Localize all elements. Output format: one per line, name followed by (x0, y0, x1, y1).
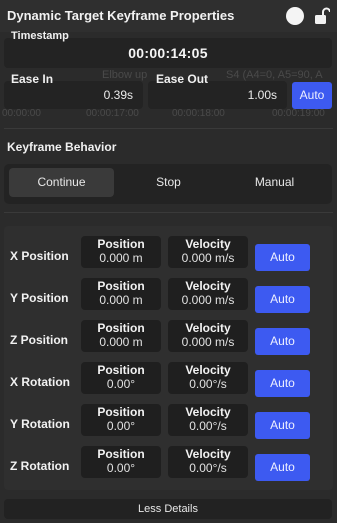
velocity-value: 0.00°/s (189, 419, 227, 433)
position-value: 0.000 m (99, 293, 143, 307)
velocity-value: 0.000 m/s (181, 293, 235, 307)
velocity-header: Velocity (185, 447, 231, 461)
velocity-header: Velocity (185, 237, 231, 251)
timestamp-field[interactable]: 00:00:14:05 (4, 38, 332, 68)
position-value: 0.00° (106, 419, 136, 433)
position-header: Position (97, 405, 145, 419)
position-field[interactable]: Position 0.000 m (81, 236, 161, 268)
velocity-header: Velocity (185, 321, 231, 335)
less-details-button[interactable]: Less Details (4, 499, 332, 519)
window-title: Dynamic Target Keyframe Properties (7, 8, 235, 23)
velocity-field[interactable]: Velocity 0.000 m/s (168, 320, 248, 352)
velocity-field[interactable]: Velocity 0.00°/s (168, 362, 248, 394)
velocity-field[interactable]: Velocity 0.00°/s (168, 446, 248, 478)
row-label-y-position: Y Position (10, 291, 69, 305)
row-label-y-rotation: Y Rotation (10, 417, 70, 431)
timestamp-value: 00:00:14:05 (128, 45, 208, 61)
behavior-option-stop[interactable]: Stop (116, 168, 221, 197)
position-field[interactable]: Position 0.000 m (81, 320, 161, 352)
timeline-clip-label: S4 (A4=0, A5=90, A (226, 69, 323, 81)
title-bar: Dynamic Target Keyframe Properties (0, 0, 337, 32)
velocity-value: 0.00°/s (189, 377, 227, 391)
auto-button[interactable]: Auto (255, 286, 310, 313)
ease-auto-button[interactable]: Auto (292, 82, 332, 109)
auto-button[interactable]: Auto (255, 328, 310, 355)
record-circle-icon[interactable] (286, 7, 304, 25)
position-field[interactable]: Position 0.00° (81, 362, 161, 394)
velocity-field[interactable]: Velocity 0.000 m/s (168, 236, 248, 268)
velocity-field[interactable]: Velocity 0.00°/s (168, 404, 248, 436)
row-label-x-rotation: X Rotation (10, 375, 70, 389)
position-header: Position (97, 447, 145, 461)
timeline-tick: 00:00:18:00 (172, 108, 225, 119)
auto-button[interactable]: Auto (255, 370, 310, 397)
behavior-option-continue[interactable]: Continue (9, 168, 114, 197)
position-field[interactable]: Position 0.000 m (81, 278, 161, 310)
timestamp-label: Timestamp (11, 30, 69, 42)
timeline-tick: 00:00:19:00 (272, 108, 325, 119)
position-header: Position (97, 279, 145, 293)
position-value: 0.000 m (99, 335, 143, 349)
velocity-header: Velocity (185, 363, 231, 377)
velocity-header: Velocity (185, 279, 231, 293)
ease-out-label: Ease Out (156, 72, 209, 86)
auto-button[interactable]: Auto (255, 412, 310, 439)
velocity-header: Velocity (185, 405, 231, 419)
ease-in-label: Ease In (11, 72, 54, 86)
position-field[interactable]: Position 0.00° (81, 404, 161, 436)
position-value: 0.00° (106, 461, 136, 475)
keyframe-behavior-selector: Continue Stop Manual (4, 164, 332, 204)
position-header: Position (97, 363, 145, 377)
position-value: 0.00° (106, 377, 136, 391)
row-label-x-position: X Position (10, 249, 69, 263)
position-header: Position (97, 321, 145, 335)
velocity-value: 0.00°/s (189, 461, 227, 475)
auto-button[interactable]: Auto (255, 244, 310, 271)
velocity-value: 0.000 m/s (181, 335, 235, 349)
keyframe-behavior-label: Keyframe Behavior (7, 140, 117, 154)
unlock-icon[interactable] (314, 7, 331, 25)
position-value: 0.000 m (99, 251, 143, 265)
timeline-tick: 00:00:00 (2, 108, 41, 119)
divider (4, 212, 333, 213)
timeline-clip-label: Elbow up (102, 69, 148, 81)
position-field[interactable]: Position 0.00° (81, 446, 161, 478)
position-header: Position (97, 237, 145, 251)
auto-button[interactable]: Auto (255, 454, 310, 481)
row-label-z-rotation: Z Rotation (10, 459, 70, 473)
divider (4, 128, 333, 129)
velocity-field[interactable]: Velocity 0.000 m/s (168, 278, 248, 310)
row-label-z-position: Z Position (10, 333, 68, 347)
velocity-value: 0.000 m/s (181, 251, 235, 265)
timeline-tick: 00:00:17:00 (86, 108, 139, 119)
behavior-option-manual[interactable]: Manual (222, 168, 327, 197)
